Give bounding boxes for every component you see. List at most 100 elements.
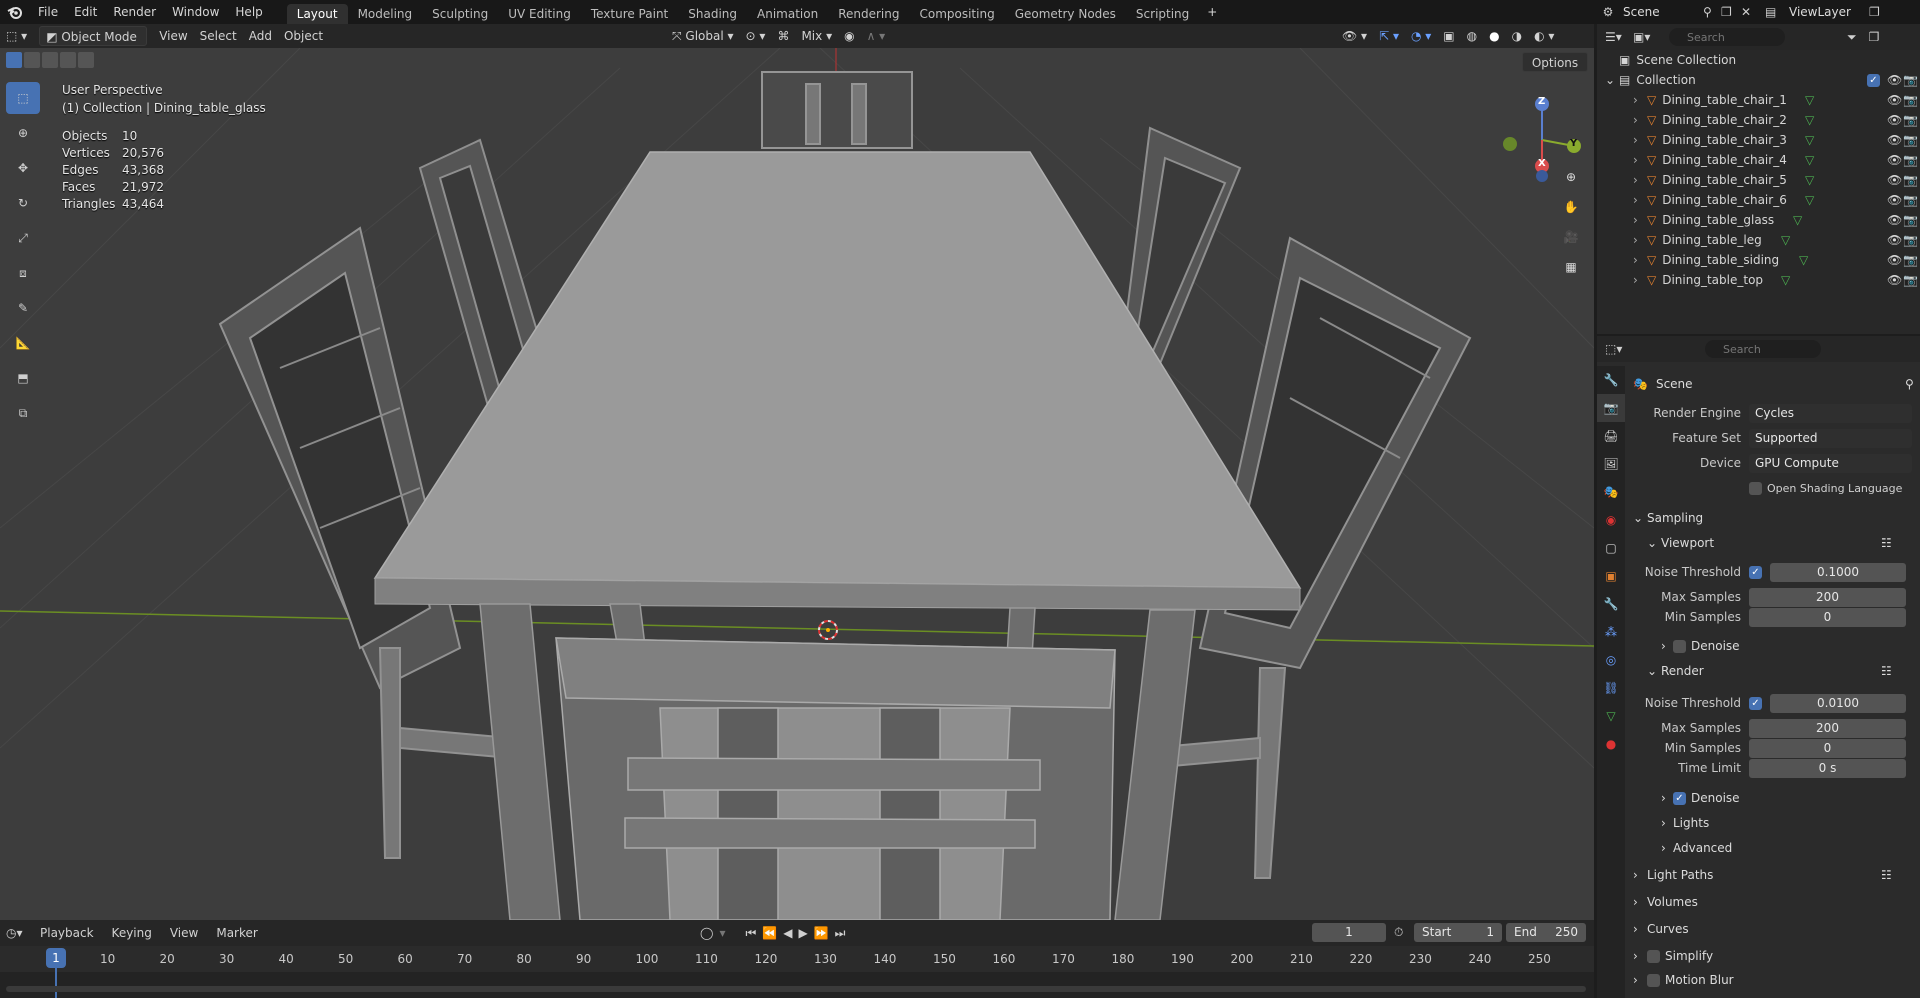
rotate-tool-icon[interactable]: ↻: [6, 187, 40, 219]
advanced-subpanel-header[interactable]: › Advanced: [1625, 836, 1920, 860]
render-camera-icon[interactable]: 📷: [1903, 113, 1918, 127]
workspace-tab-layout[interactable]: Layout: [286, 4, 348, 24]
motion-blur-checkbox[interactable]: [1647, 973, 1660, 987]
pin-icon[interactable]: ⚲: [1703, 5, 1721, 19]
new-view-layer-icon[interactable]: ❐: [1869, 5, 1889, 19]
timeline-menu-marker[interactable]: Marker: [210, 923, 263, 943]
timeline-menu-view[interactable]: View: [164, 923, 204, 943]
outliner-object-row[interactable]: › ▽ Dining_table_siding ▽ 👁 📷: [1597, 250, 1920, 270]
render-camera-icon[interactable]: 📷: [1903, 213, 1918, 227]
collection-row[interactable]: ⌄ ▤ Collection ✓ 👁 📷: [1597, 70, 1920, 90]
snap-mode-dropdown[interactable]: Mix ▾: [795, 26, 838, 46]
lights-subpanel-header[interactable]: › Lights: [1625, 811, 1920, 835]
constraints-tab-icon[interactable]: ⛓: [1597, 674, 1625, 702]
curves-panel-header[interactable]: › Curves: [1625, 917, 1920, 941]
render-engine-dropdown[interactable]: Cycles: [1749, 403, 1912, 423]
view-layer-tab-icon[interactable]: 🖼: [1597, 450, 1625, 478]
viewport-noise-checkbox[interactable]: ✓: [1749, 565, 1762, 579]
frame-ruler[interactable]: 1 10 20 30 40 50 60 70 80 90 100 110 120 130 140 150 16…: [0, 946, 1594, 998]
select-invert-icon[interactable]: [60, 52, 76, 68]
jump-keyframe-forward-icon[interactable]: ⏩: [814, 926, 829, 940]
pan-hand-icon[interactable]: ✋: [1558, 194, 1584, 220]
viewport-denoise-header[interactable]: › Denoise: [1625, 634, 1920, 658]
output-tab-icon[interactable]: 🖨: [1597, 422, 1625, 450]
visibility-eye-icon[interactable]: 👁: [1887, 93, 1902, 107]
render-camera-icon[interactable]: 📷: [1903, 193, 1918, 207]
falloff-dropdown[interactable]: ∧ ▾: [861, 26, 892, 46]
menu-file[interactable]: File: [30, 0, 66, 24]
menu-help[interactable]: Help: [227, 0, 270, 24]
exclude-checkbox[interactable]: ✓: [1867, 73, 1880, 87]
visibility-dropdown[interactable]: 👁 ▾: [1336, 26, 1373, 46]
render-noise-field[interactable]: 0.0100: [1770, 693, 1906, 713]
timeline-editor-icon[interactable]: ◷▾: [0, 923, 34, 943]
transform-orientation-dropdown[interactable]: ⤧ Global ▾: [666, 26, 740, 46]
viewport-min-samples-field[interactable]: 0: [1749, 607, 1906, 627]
3d-viewport[interactable]: User Perspective (1) Collection | Dining…: [0, 48, 1594, 920]
mesh-data-icon[interactable]: ▽: [1805, 173, 1814, 187]
render-camera-icon[interactable]: 📷: [1903, 153, 1918, 167]
pivot-point-dropdown[interactable]: ⊙ ▾: [740, 26, 772, 46]
data-tab-icon[interactable]: ▽: [1597, 702, 1625, 730]
properties-search-input[interactable]: [1705, 340, 1821, 358]
render-camera-icon[interactable]: 📷: [1903, 273, 1918, 287]
physics-tab-icon[interactable]: ◎: [1597, 646, 1625, 674]
render-camera-icon[interactable]: 📷: [1903, 253, 1918, 267]
menu-window[interactable]: Window: [164, 0, 227, 24]
mesh-data-icon[interactable]: ▽: [1805, 153, 1814, 167]
workspace-tab-scripting[interactable]: Scripting: [1126, 4, 1199, 24]
jump-start-icon[interactable]: ⏮: [745, 926, 756, 941]
render-camera-icon[interactable]: 📷: [1903, 133, 1918, 147]
mesh-data-icon[interactable]: ▽: [1781, 233, 1790, 247]
select-intersect-icon[interactable]: [78, 52, 94, 68]
collection-tab-icon[interactable]: ▢: [1597, 534, 1625, 562]
select-box-tool-icon[interactable]: ⬚: [6, 82, 40, 114]
chevron-down-icon[interactable]: ⌄: [1605, 73, 1619, 87]
mesh-data-icon[interactable]: ▽: [1805, 113, 1814, 127]
add-workspace-button[interactable]: +: [1199, 0, 1225, 24]
render-tab-icon[interactable]: 📷: [1597, 394, 1625, 422]
jump-end-icon[interactable]: ⏭: [835, 926, 846, 941]
pin-icon[interactable]: ⚲: [1905, 377, 1914, 391]
proportional-edit-toggle[interactable]: ◉: [838, 26, 860, 46]
timeline-menu-playback[interactable]: Playback: [34, 923, 100, 943]
outliner-search-input[interactable]: [1669, 28, 1785, 46]
mode-dropdown[interactable]: ◩ Object Mode ▾: [39, 26, 148, 64]
outliner-object-row[interactable]: › ▽ Dining_table_leg ▽ 👁 📷: [1597, 230, 1920, 250]
render-denoise-header[interactable]: › ✓ Denoise: [1625, 786, 1920, 810]
delete-scene-icon[interactable]: ✕: [1741, 5, 1765, 19]
viewport-max-samples-field[interactable]: 200: [1749, 587, 1906, 607]
mesh-data-icon[interactable]: ▽: [1805, 93, 1814, 107]
outliner-object-row[interactable]: › ▽ Dining_table_chair_3 ▽ 👁 📷: [1597, 130, 1920, 150]
visibility-eye-icon[interactable]: 👁: [1887, 73, 1902, 87]
playhead[interactable]: 1: [46, 948, 66, 968]
keying-dropdown-icon[interactable]: ▾: [719, 926, 725, 940]
render-camera-icon[interactable]: 📷: [1903, 233, 1918, 247]
viewport-menu-add[interactable]: Add: [243, 26, 278, 46]
timeline-scrollbar[interactable]: [6, 986, 1586, 992]
view-layer-icon[interactable]: ▤: [1765, 5, 1789, 19]
workspace-tab-animation[interactable]: Animation: [747, 4, 828, 24]
chevron-right-icon[interactable]: ›: [1633, 193, 1647, 207]
start-frame-field[interactable]: Start 1: [1414, 923, 1502, 942]
display-mode-icon[interactable]: ▣▾: [1633, 30, 1669, 44]
play-icon[interactable]: ▶: [798, 926, 807, 940]
timeline-menu-keying[interactable]: Keying: [106, 923, 158, 943]
chevron-right-icon[interactable]: ›: [1633, 273, 1647, 287]
outliner-object-row[interactable]: › ▽ Dining_table_chair_2 ▽ 👁 📷: [1597, 110, 1920, 130]
select-subtract-icon[interactable]: [42, 52, 58, 68]
solid-shading-button[interactable]: ●: [1483, 26, 1505, 46]
workspace-tab-modeling[interactable]: Modeling: [348, 4, 423, 24]
visibility-eye-icon[interactable]: 👁: [1887, 153, 1902, 167]
select-extend-icon[interactable]: [24, 52, 40, 68]
chevron-right-icon[interactable]: ›: [1633, 173, 1647, 187]
mesh-data-icon[interactable]: ▽: [1805, 193, 1814, 207]
jump-keyframe-back-icon[interactable]: ⏪: [762, 926, 777, 940]
new-collection-icon[interactable]: ❐: [1869, 30, 1880, 44]
visibility-eye-icon[interactable]: 👁: [1887, 133, 1902, 147]
scale-tool-icon[interactable]: ⤢: [6, 222, 40, 254]
scene-collection-row[interactable]: ▣ Scene Collection: [1597, 50, 1920, 70]
particles-tab-icon[interactable]: ⁂: [1597, 618, 1625, 646]
xray-toggle[interactable]: ▣: [1437, 26, 1460, 46]
snap-toggle[interactable]: ⌘: [771, 26, 795, 46]
